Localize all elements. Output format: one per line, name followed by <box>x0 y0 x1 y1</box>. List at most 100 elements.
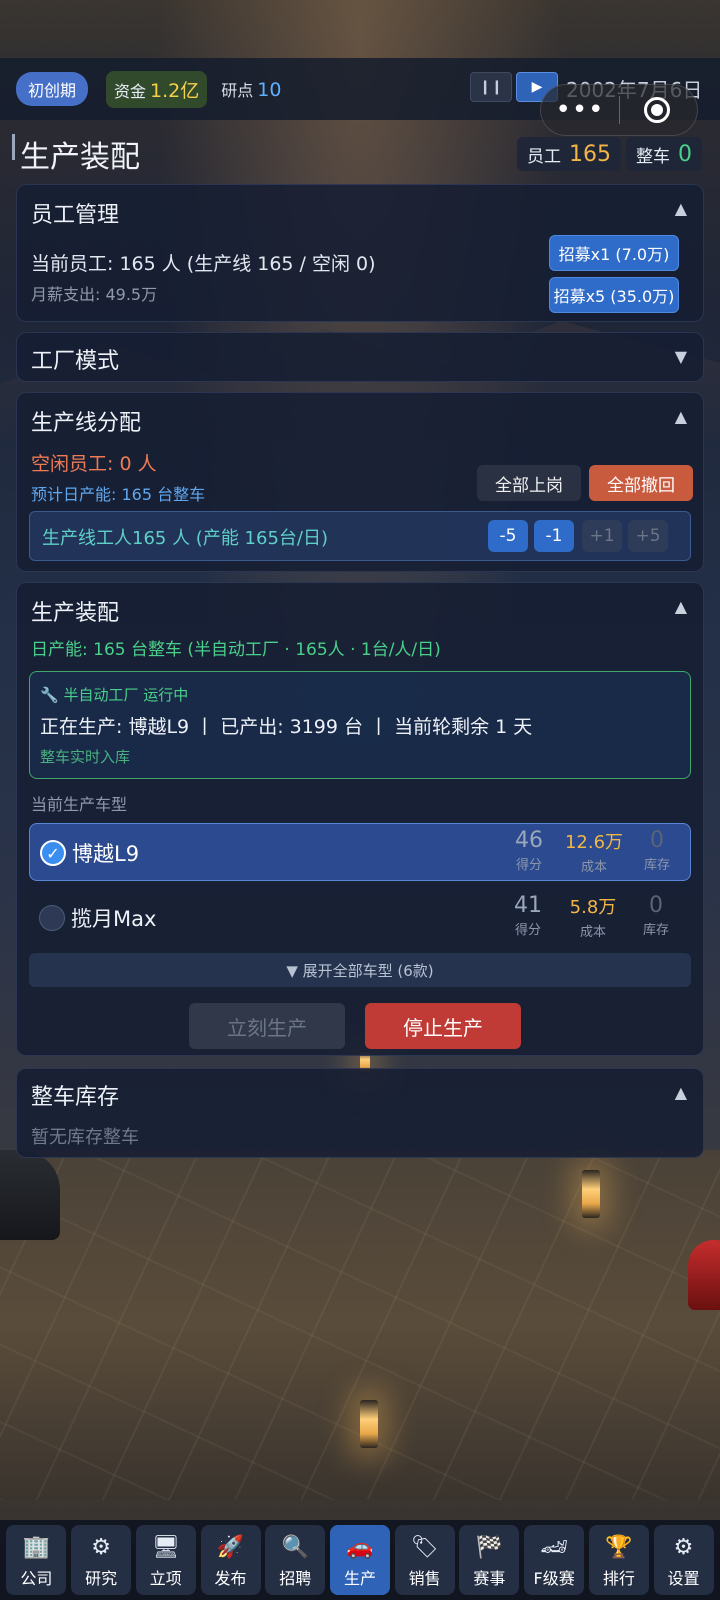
more-menu-button[interactable]: ••• <box>541 97 619 123</box>
chevron-up-icon[interactable]: ▲ <box>675 1083 687 1102</box>
hire-5-button[interactable]: 招募x5 (35.0万) <box>549 277 679 313</box>
nav-label: 立项 <box>149 1569 182 1588</box>
nav-label: 设置 <box>667 1569 700 1588</box>
cost-label: 成本 <box>580 860 607 875</box>
production-status-box: 🔧 半自动工厂 运行中 正在生产: 博越L9 丨 已产出: 3199 台 丨 当… <box>29 671 691 779</box>
close-target-icon[interactable] <box>644 97 670 123</box>
status-title: 半自动工厂 运行中 <box>63 686 189 704</box>
stock-label: 库存 <box>642 923 669 938</box>
nav-label: F级赛 <box>533 1569 575 1588</box>
nav-sales[interactable]: 🏷 销售 <box>394 1525 455 1595</box>
assembly-title[interactable]: 生产装配 <box>31 595 119 627</box>
daily-capacity: 日产能: 165 台整车 (半自动工厂 · 165人 · 1台/人/日) <box>31 640 441 660</box>
produce-now-button[interactable]: 立刻生产 <box>189 1003 345 1049</box>
nav-research[interactable]: ⚙ 研究 <box>71 1525 132 1595</box>
staff-salary: 月薪支出: 49.5万 <box>31 285 158 304</box>
minus-1-button[interactable]: -1 <box>534 520 574 552</box>
model-cost: 12.6万 成本 <box>564 830 624 875</box>
model-row[interactable]: ✓ 博越L9 46 得分 12.6万 成本 0 库存 <box>29 823 691 881</box>
model-stock: 0 库存 <box>632 828 682 873</box>
model-name: 博越L9 <box>72 842 140 866</box>
employee-value: 165 <box>569 141 611 167</box>
score-label: 得分 <box>515 858 542 873</box>
gear-icon: ⚙ <box>673 1535 694 1560</box>
line-worker-text: 生产线工人165 人 (产能 165台/日) <box>42 528 328 549</box>
chevron-down-icon[interactable]: ▼ <box>675 347 687 366</box>
flag-icon: 🏁 <box>475 1535 504 1560</box>
magnifier-icon: 🔍 <box>281 1535 309 1560</box>
inventory-panel: 整车库存 ▲ 暂无库存整车 <box>16 1068 704 1158</box>
stock-label: 库存 <box>643 858 670 873</box>
employee-count-chip: 员工 165 <box>517 137 621 171</box>
score-label: 得分 <box>514 923 541 938</box>
all-on-duty-button[interactable]: 全部上岗 <box>477 465 581 501</box>
nav-label: 公司 <box>20 1569 53 1588</box>
staff-current: 当前员工: 165 人 (生产线 165 / 空闲 0) <box>31 253 376 275</box>
fund-value: 1.2亿 <box>150 79 200 102</box>
stop-production-button[interactable]: 停止生产 <box>365 1003 521 1049</box>
nav-settings[interactable]: ⚙ 设置 <box>653 1525 714 1595</box>
car-value: 0 <box>678 141 692 167</box>
inventory-empty: 暂无库存整车 <box>31 1127 139 1148</box>
stage-badge: 初创期 <box>16 72 89 106</box>
pause-icon: ❙❙ <box>479 79 503 95</box>
background-car <box>688 1240 720 1310</box>
car-label: 整车 <box>636 146 670 167</box>
line-allocation-title[interactable]: 生产线分配 <box>31 405 141 437</box>
staff-panel-title[interactable]: 员工管理 <box>31 197 119 229</box>
title-accent <box>12 134 15 160</box>
nav-label: 销售 <box>408 1569 441 1588</box>
nav-events[interactable]: 🏁 赛事 <box>459 1525 520 1595</box>
hire-1-button[interactable]: 招募x1 (7.0万) <box>549 235 679 271</box>
nav-label: 生产 <box>343 1569 376 1588</box>
model-cost: 5.8万 成本 <box>563 895 623 940</box>
radio-button[interactable] <box>39 905 65 931</box>
research-display: 研点 10 <box>221 77 281 101</box>
trophy-icon: 🏆 <box>605 1535 633 1560</box>
lamp-post <box>582 1170 600 1218</box>
nav-launch[interactable]: 🚀 发布 <box>200 1525 261 1595</box>
race-car-icon: 🏎 <box>540 1535 569 1560</box>
monitor-icon: 🖥 <box>151 1535 180 1560</box>
gears-icon: ⚙ <box>91 1535 111 1560</box>
idle-workers: 空闲员工: 0 人 <box>31 453 157 475</box>
model-row[interactable]: 揽月Max 41 得分 5.8万 成本 0 库存 <box>29 889 691 947</box>
nav-f-race[interactable]: 🏎 F级赛 <box>524 1525 585 1595</box>
car-count-chip: 整车 0 <box>626 137 702 171</box>
research-value: 10 <box>257 79 282 101</box>
cost-value: 5.8万 <box>569 897 617 918</box>
nav-project[interactable]: 🖥 立项 <box>135 1525 196 1595</box>
cost-label: 成本 <box>579 925 606 940</box>
nav-recruit[interactable]: 🔍 招聘 <box>265 1525 326 1595</box>
plus-1-button[interactable]: +1 <box>582 520 622 552</box>
minus-5-button[interactable]: -5 <box>488 520 528 552</box>
factory-mode-title: 工厂模式 <box>31 349 120 374</box>
all-recall-button[interactable]: 全部撤回 <box>589 465 693 501</box>
score-value: 41 <box>514 893 542 918</box>
stock-value: 0 <box>650 828 664 853</box>
nav-label: 排行 <box>602 1569 635 1588</box>
rocket-icon: 🚀 <box>216 1535 245 1560</box>
model-score: 41 得分 <box>503 893 553 938</box>
tag-icon: 🏷 <box>410 1535 439 1560</box>
nav-company[interactable]: 🏢 公司 <box>6 1525 67 1595</box>
expand-models-button[interactable]: ▼ 展开全部车型 (6款) <box>29 953 691 987</box>
page-title: 生产装配 <box>20 140 140 175</box>
nav-ranking[interactable]: 🏆 排行 <box>588 1525 649 1595</box>
chevron-up-icon[interactable]: ▲ <box>675 199 687 218</box>
background-car <box>0 1150 60 1240</box>
chevron-up-icon[interactable]: ▲ <box>675 407 687 426</box>
bottom-nav: 🏢 公司 ⚙ 研究 🖥 立项 🚀 发布 🔍 招聘 🚗 生产 🏷 销售 🏁 赛事 🏎 F级赛 🏆 排行… <box>0 1520 720 1600</box>
factory-mode-panel[interactable]: 工厂模式 ▼ <box>16 332 704 382</box>
nav-label: 赛事 <box>473 1569 506 1588</box>
model-stock: 0 库存 <box>631 893 681 938</box>
lamp-post <box>360 1400 378 1448</box>
chevron-up-icon[interactable]: ▲ <box>675 597 687 616</box>
fund-display: 资金 1.2亿 <box>106 70 208 108</box>
inventory-title[interactable]: 整车库存 <box>31 1079 119 1111</box>
car-icon: 🚗 <box>346 1535 374 1560</box>
nav-label: 研究 <box>85 1569 118 1588</box>
nav-production[interactable]: 🚗 生产 <box>329 1525 390 1595</box>
plus-5-button[interactable]: +5 <box>628 520 668 552</box>
pause-button[interactable]: ❙❙ <box>470 72 512 102</box>
